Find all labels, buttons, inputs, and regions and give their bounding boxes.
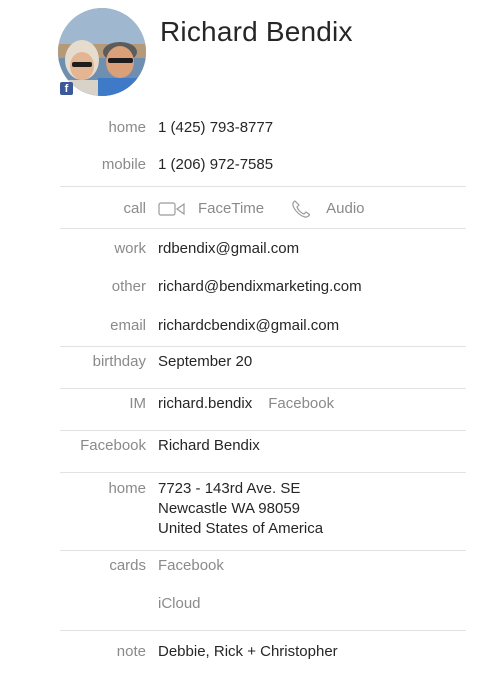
field-label: other [111,278,146,295]
facetime-button[interactable]: FaceTime [158,199,264,219]
call-options: FaceTime Audio [158,199,365,219]
field-label: email [110,317,146,334]
email-value[interactable]: richardcbendix@gmail.com [158,316,339,336]
field-label: cards [109,557,146,574]
divider [60,346,466,347]
other-email-value[interactable]: richard@bendixmarketing.com [158,277,362,297]
address-line: United States of America [158,520,324,537]
divider [60,228,466,229]
contact-name: Richard Bendix [160,16,353,47]
divider [60,388,466,389]
facebook-badge-icon: f [60,82,73,95]
facebook-profile-value[interactable]: Richard Bendix [158,436,260,456]
field-label: home [108,480,146,497]
mobile-phone-value[interactable]: 1 (206) 972-7585 [158,155,273,175]
address-line: Newcastle WA 98059 [158,500,301,517]
divider [60,430,466,431]
im-value-group: richard.bendix Facebook [158,394,334,414]
field-label: IM [129,395,146,412]
divider [60,550,466,551]
field-label: call [123,200,146,217]
note-value[interactable]: Debbie, Rick + Christopher [158,642,338,662]
audio-label: Audio [326,200,365,217]
field-label: home [108,119,146,136]
field-label: note [116,643,146,660]
phone-icon [292,200,311,218]
video-camera-icon [158,202,185,216]
field-label: birthday [92,353,146,370]
home-phone-value[interactable]: 1 (425) 793-8777 [158,118,273,138]
divider [60,186,466,187]
work-email-value[interactable]: rdbendix@gmail.com [158,239,299,259]
field-label: work [114,240,146,257]
im-service: Facebook [268,395,335,412]
divider [60,472,466,473]
birthday-value[interactable]: September 20 [158,352,252,372]
facetime-label: FaceTime [198,200,265,217]
card-icloud[interactable]: iCloud [158,594,201,614]
audio-call-button[interactable]: Audio [290,199,365,219]
home-address-value[interactable]: 7723 - 143rd Ave. SE Newcastle WA 98059 … [158,479,323,539]
field-label: Facebook [80,437,146,454]
card-facebook[interactable]: Facebook [158,556,224,576]
field-label: mobile [101,156,146,173]
divider [60,630,466,631]
address-line: 7723 - 143rd Ave. SE [158,480,301,497]
im-username[interactable]: richard.bendix [158,395,252,412]
